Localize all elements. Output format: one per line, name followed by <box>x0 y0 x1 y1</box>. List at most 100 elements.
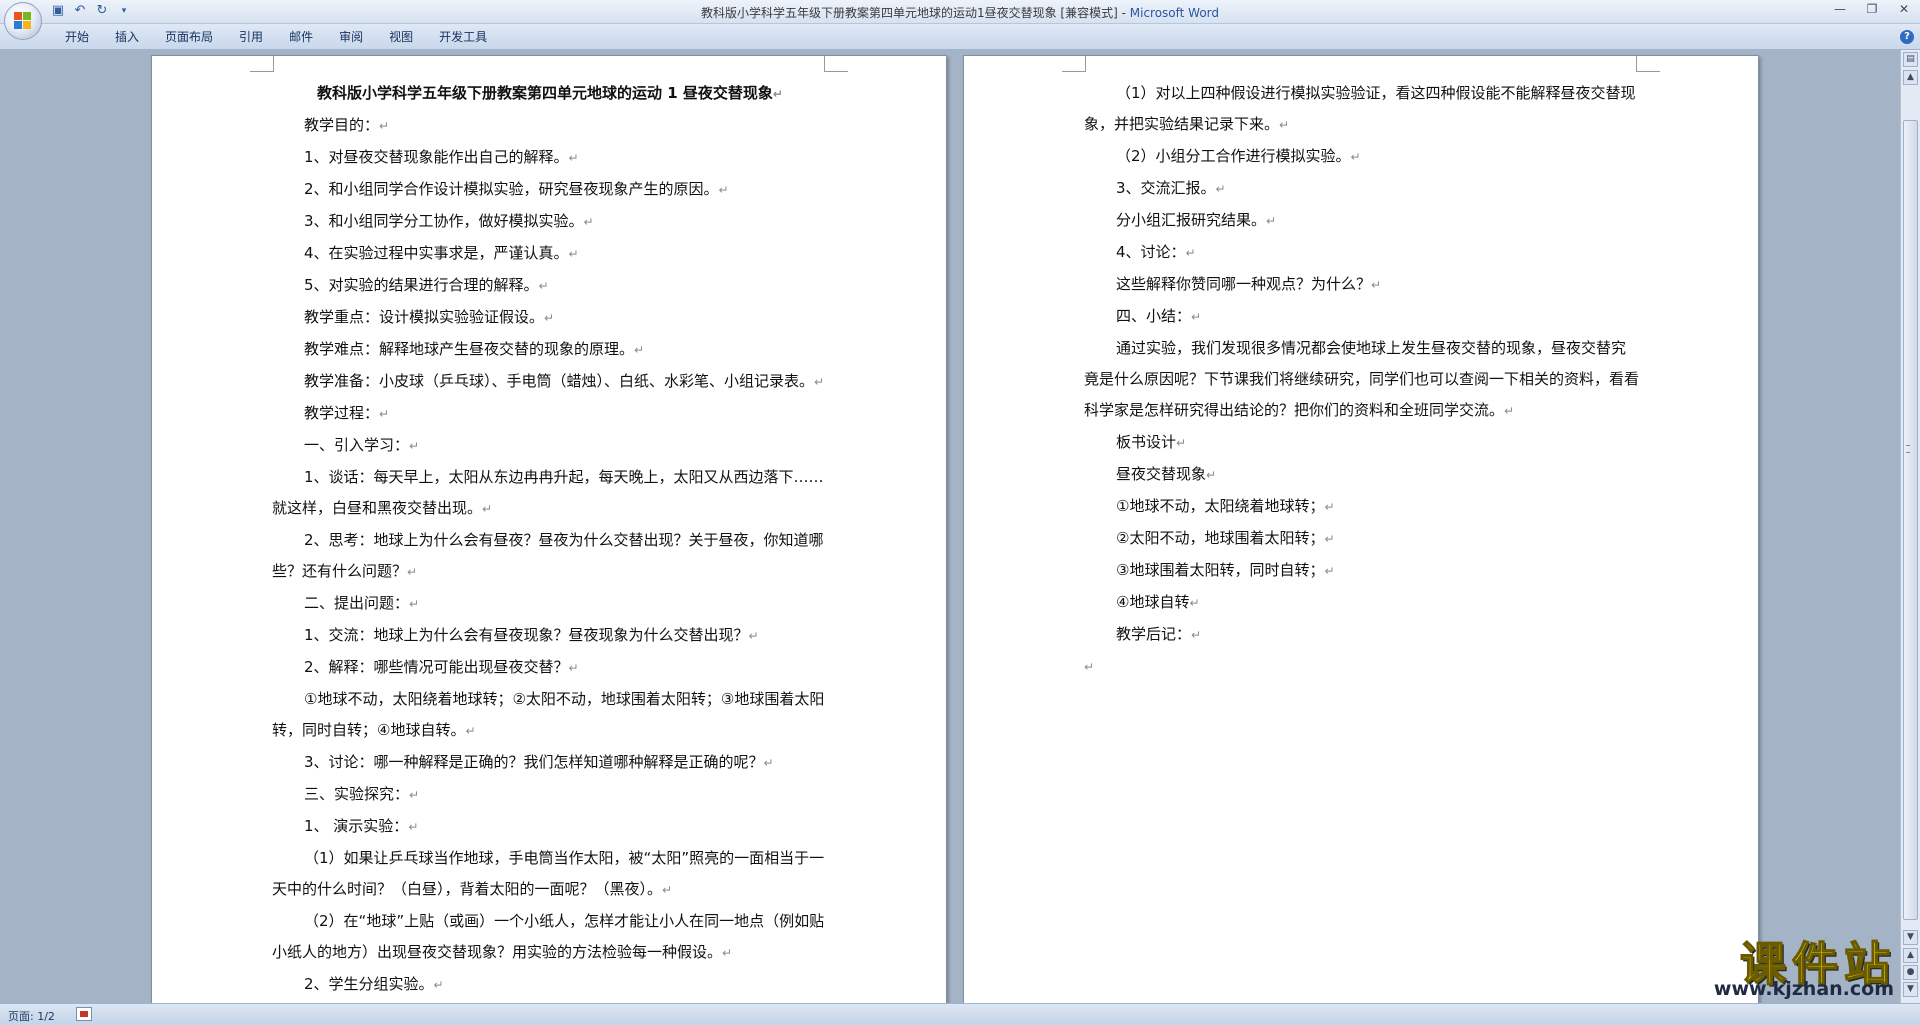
paragraph-mark-icon: ↵ <box>1504 404 1515 418</box>
paragraph-mark-icon: ↵ <box>763 756 774 770</box>
paragraph[interactable]: 四、小结：↵ <box>1084 301 1640 333</box>
paragraph[interactable]: 4、在实验过程中实事求是，严谨认真。↵ <box>272 238 828 270</box>
paragraph[interactable]: 三、实验探究：↵ <box>272 779 828 811</box>
paragraph[interactable]: 教学准备：小皮球（乒乓球）、手电筒（蜡烛）、白纸、水彩笔、小组记录表。↵ <box>272 366 828 398</box>
paragraph-text: 1、对昼夜交替现象能作出自己的解释。 <box>304 148 569 166</box>
tab-view[interactable]: 视图 <box>376 29 426 45</box>
paragraph-mark-icon: ↵ <box>544 311 555 325</box>
paragraph[interactable]: ②太阳不动，地球围着太阳转；↵ <box>1084 523 1640 555</box>
page-1-content[interactable]: 教科版小学科学五年级下册教案第四单元地球的运动 1 昼夜交替现象↵ 教学目的：↵ 1… <box>272 78 828 1001</box>
paragraph-mark-icon: ↵ <box>1371 278 1382 292</box>
minimize-icon[interactable]: — <box>1824 0 1856 20</box>
office-button[interactable] <box>4 2 42 40</box>
paragraph[interactable]: 1、对昼夜交替现象能作出自己的解释。↵ <box>272 142 828 174</box>
paragraph[interactable]: ↵ <box>1084 651 1640 682</box>
paragraph-text: 三、实验探究： <box>304 785 410 803</box>
ruler-toggle-icon[interactable]: ▤ <box>1903 52 1918 67</box>
paragraph-mark-icon: ↵ <box>718 183 729 197</box>
paragraph-mark-icon: ↵ <box>1324 500 1335 514</box>
help-icon[interactable]: ? <box>1900 30 1914 44</box>
document-area[interactable]: 教科版小学科学五年级下册教案第四单元地球的运动 1 昼夜交替现象↵ 教学目的：↵ 1… <box>0 50 1900 1003</box>
paragraph[interactable]: 2、思考：地球上为什么会有昼夜？昼夜为什么交替出现？关于昼夜，你知道哪些？还有什… <box>272 525 828 588</box>
paragraph[interactable]: 1、交流：地球上为什么会有昼夜现象？昼夜现象为什么交替出现？↵ <box>272 620 828 652</box>
scrollbar-thumb[interactable] <box>1903 120 1918 920</box>
tab-insert[interactable]: 插入 <box>102 29 152 45</box>
paragraph-text: 这些解释你赞同哪一种观点？为什么？ <box>1116 275 1372 293</box>
paragraph[interactable]: ①地球不动，太阳绕着地球转；↵ <box>1084 491 1640 523</box>
select-browse-object-icon[interactable]: ● <box>1903 965 1918 980</box>
paragraph[interactable]: 2、和小组同学合作设计模拟实验，研究昼夜现象产生的原因。↵ <box>272 174 828 206</box>
paragraph[interactable]: （1）对以上四种假设进行模拟实验验证，看这四种假设能不能解释昼夜交替现象，并把实… <box>1084 78 1640 141</box>
paragraph[interactable]: 3、交流汇报。↵ <box>1084 173 1640 205</box>
paragraph[interactable]: 1、谈话：每天早上，太阳从东边冉冉升起，每天晚上，太阳又从西边落下……就这样，白… <box>272 462 828 525</box>
vertical-scrollbar[interactable]: ▤ ▲ ▼ ▲ ● ▼ <box>1900 50 1920 1003</box>
document-heading[interactable]: 教科版小学科学五年级下册教案第四单元地球的运动 1 昼夜交替现象↵ <box>272 78 828 110</box>
document-title: 教科版小学科学五年级下册教案第四单元地球的运动1昼夜交替现象 [兼容模式] - <box>700 6 1130 20</box>
paragraph[interactable]: 昼夜交替现象↵ <box>1084 459 1640 491</box>
paragraph-mark-icon: ↵ <box>1084 660 1095 674</box>
paragraph[interactable]: 分小组汇报研究结果。↵ <box>1084 205 1640 237</box>
tab-review[interactable]: 审阅 <box>326 29 376 45</box>
scroll-up-icon[interactable]: ▲ <box>1903 70 1918 85</box>
previous-page-icon[interactable]: ▲ <box>1903 948 1918 963</box>
paragraph[interactable]: 教学目的：↵ <box>272 110 828 142</box>
paragraph-mark-icon: ↵ <box>662 883 673 897</box>
window-controls: — ❐ ✕ <box>1824 0 1920 20</box>
site-watermark: 课件站 www.kjzhan.com <box>1656 928 1896 1000</box>
tab-page-layout[interactable]: 页面布局 <box>152 29 226 45</box>
paragraph[interactable]: （2）在“地球”上贴（或画）一个小纸人，怎样才能让小人在同一地点（例如贴小纸人的… <box>272 906 828 969</box>
paragraph-text: 二、提出问题： <box>304 594 410 612</box>
paragraph[interactable]: 3、和小组同学分工协作，做好模拟实验。↵ <box>272 206 828 238</box>
paragraph[interactable]: ①地球不动，太阳绕着地球转；②太阳不动，地球围着太阳转；③地球围着太阳转，同时自… <box>272 684 828 747</box>
paragraph-text: 昼夜交替现象 <box>1116 465 1207 483</box>
paragraph[interactable]: ③地球围着太阳转，同时自转；↵ <box>1084 555 1640 587</box>
paragraph[interactable]: 教学难点：解释地球产生昼夜交替的现象的原理。↵ <box>272 334 828 366</box>
ribbon: 开始 插入 页面布局 引用 邮件 审阅 视图 开发工具 ? <box>0 24 1920 50</box>
document-page-2[interactable]: （1）对以上四种假设进行模拟实验验证，看这四种假设能不能解释昼夜交替现象，并把实… <box>963 55 1759 1003</box>
paragraph-mark-icon: ↵ <box>1191 310 1202 324</box>
status-bar: 页面: 1/2 <box>0 1003 1920 1025</box>
paragraph[interactable]: 板书设计↵ <box>1084 427 1640 459</box>
paragraph[interactable]: 2、学生分组实验。↵ <box>272 969 828 1001</box>
paragraph-mark-icon: ↵ <box>409 788 420 802</box>
tab-developer[interactable]: 开发工具 <box>426 29 500 45</box>
paragraph-text: 教学难点：解释地球产生昼夜交替的现象的原理。 <box>304 340 635 358</box>
proofing-status-icon[interactable] <box>76 1007 92 1021</box>
paragraph[interactable]: 1、 演示实验：↵ <box>272 811 828 843</box>
page-2-content[interactable]: （1）对以上四种假设进行模拟实验验证，看这四种假设能不能解释昼夜交替现象，并把实… <box>1084 78 1640 682</box>
paragraph[interactable]: ④地球自转↵ <box>1084 587 1640 619</box>
paragraph-mark-icon: ↵ <box>722 946 733 960</box>
paragraph-text: 教科版小学科学五年级下册教案第四单元地球的运动 1 昼夜交替现象 <box>317 84 773 102</box>
scrollbar-grip <box>1906 445 1910 453</box>
page-count[interactable]: 页面: 1/2 <box>8 1008 55 1024</box>
tab-references[interactable]: 引用 <box>226 29 276 45</box>
tab-mailings[interactable]: 邮件 <box>276 29 326 45</box>
app-name: Microsoft Word <box>1129 6 1220 20</box>
paragraph-text: 板书设计 <box>1116 433 1177 451</box>
paragraph[interactable]: 通过实验，我们发现很多情况都会使地球上发生昼夜交替的现象，昼夜交替究竟是什么原因… <box>1084 333 1640 427</box>
next-page-icon[interactable]: ▼ <box>1903 982 1918 997</box>
paragraph-text: ①地球不动，太阳绕着地球转； <box>1116 497 1325 515</box>
paragraph[interactable]: 这些解释你赞同哪一种观点？为什么？↵ <box>1084 269 1640 301</box>
paragraph[interactable]: 二、提出问题：↵ <box>272 588 828 620</box>
paragraph-text: 教学重点：设计模拟实验验证假设。 <box>304 308 545 326</box>
paragraph-mark-icon: ↵ <box>568 661 579 675</box>
paragraph[interactable]: 一、引入学习：↵ <box>272 430 828 462</box>
paragraph[interactable]: 教学过程：↵ <box>272 398 828 430</box>
paragraph-mark-icon: ↵ <box>409 597 420 611</box>
scroll-down-icon[interactable]: ▼ <box>1903 930 1918 945</box>
ribbon-tabs: 开始 插入 页面布局 引用 邮件 审阅 视图 开发工具 <box>52 29 500 45</box>
paragraph-mark-icon: ↵ <box>568 151 579 165</box>
paragraph[interactable]: 教学后记：↵ <box>1084 619 1640 651</box>
paragraph[interactable]: 2、解释：哪些情况可能出现昼夜交替？↵ <box>272 652 828 684</box>
paragraph[interactable]: 4、讨论：↵ <box>1084 237 1640 269</box>
restore-icon[interactable]: ❐ <box>1856 0 1888 20</box>
close-icon[interactable]: ✕ <box>1888 0 1920 20</box>
paragraph[interactable]: 教学重点：设计模拟实验验证假设。↵ <box>272 302 828 334</box>
tab-home[interactable]: 开始 <box>52 29 102 45</box>
paragraph[interactable]: （1）如果让乒乓球当作地球，手电筒当作太阳，被“太阳”照亮的一面相当于一天中的什… <box>272 843 828 906</box>
document-page-1[interactable]: 教科版小学科学五年级下册教案第四单元地球的运动 1 昼夜交替现象↵ 教学目的：↵ 1… <box>151 55 947 1003</box>
paragraph[interactable]: 5、对实验的结果进行合理的解释。↵ <box>272 270 828 302</box>
paragraph[interactable]: （2）小组分工合作进行模拟实验。↵ <box>1084 141 1640 173</box>
paragraph[interactable]: 3、讨论：哪一种解释是正确的？我们怎样知道哪种解释是正确的呢？↵ <box>272 747 828 779</box>
